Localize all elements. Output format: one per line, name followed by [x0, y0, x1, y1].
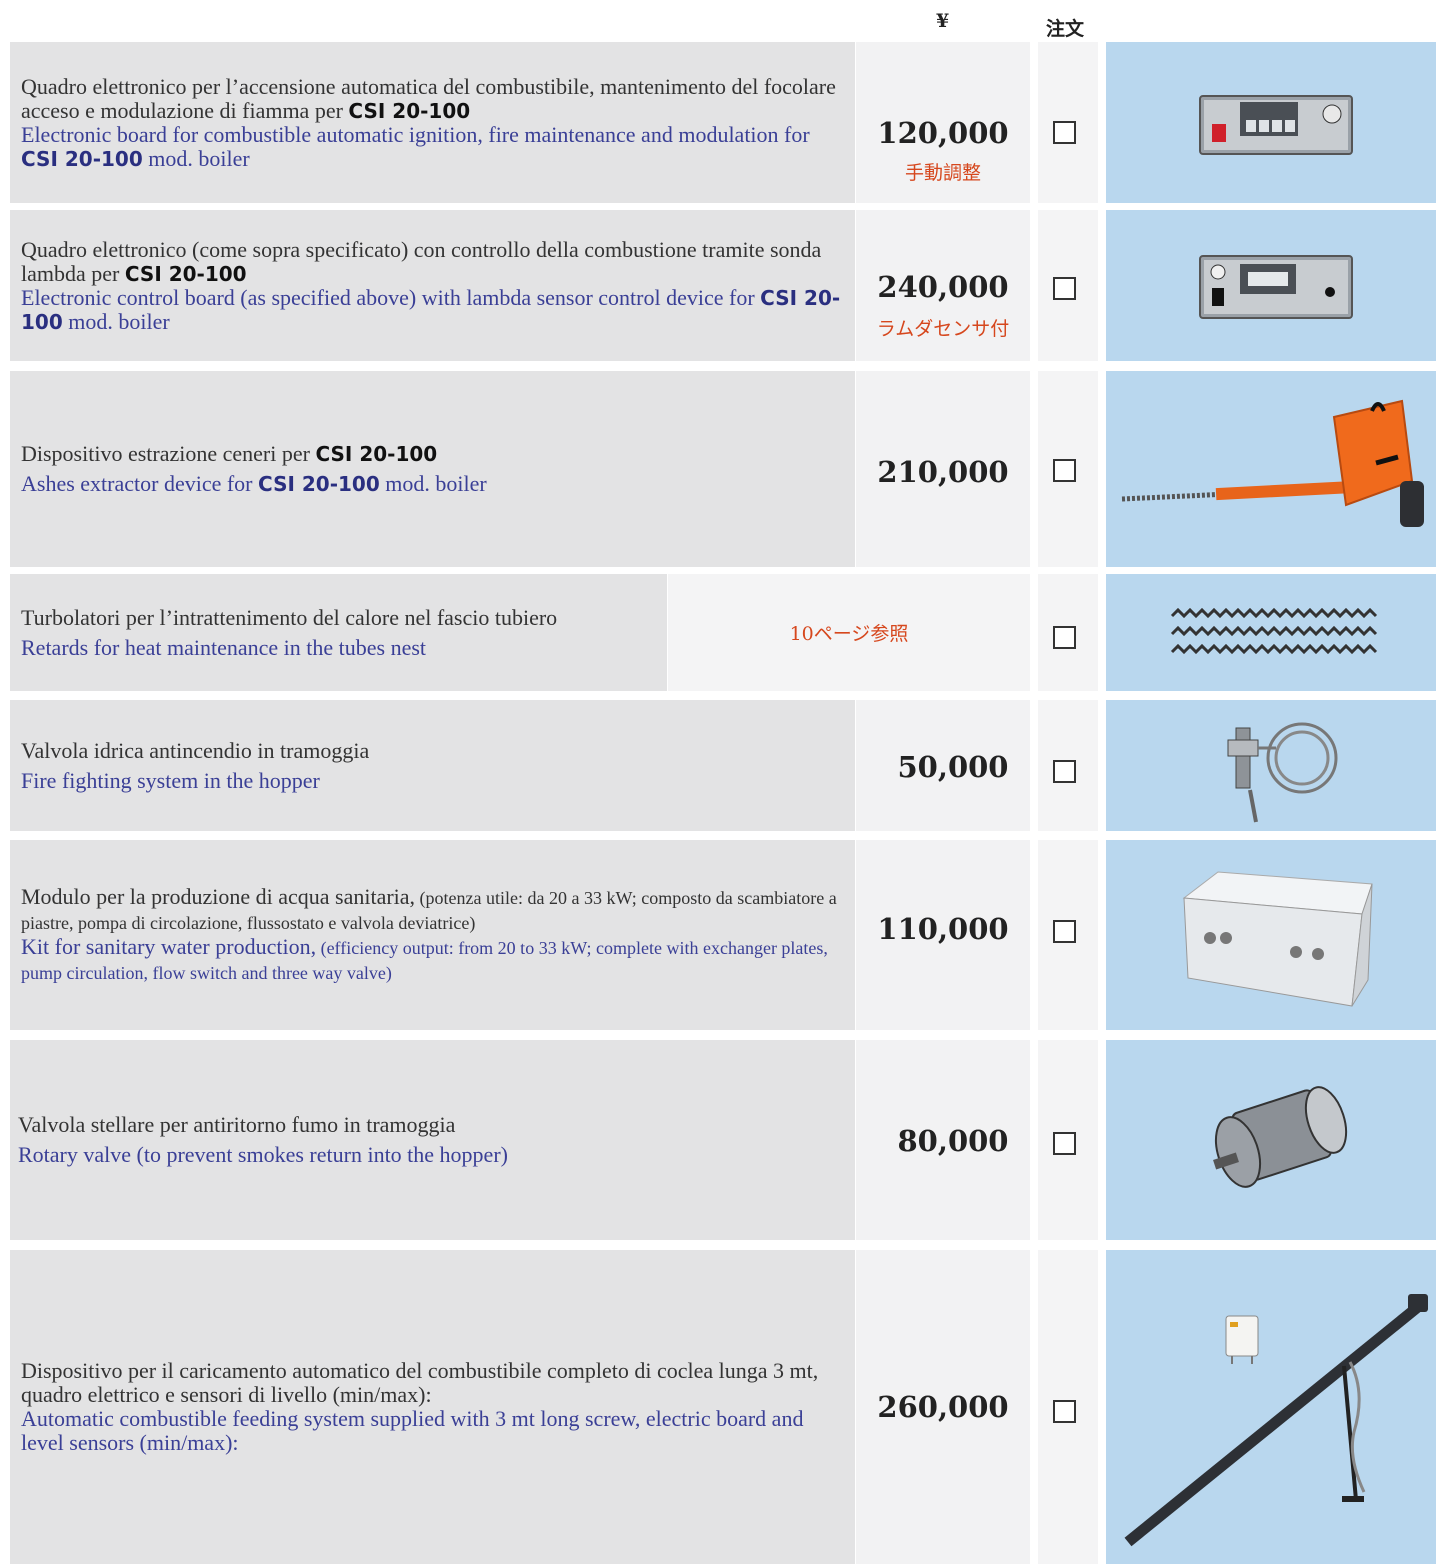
italian-description: Quadro elettronico (come sopra specifica… [21, 236, 822, 286]
price: 260,000 [877, 1390, 1009, 1424]
price: 240,000 [877, 270, 1009, 304]
description-cell: Dispositivo estrazione ceneri per CSI 20… [10, 371, 855, 567]
price-note: 手動調整 [904, 162, 981, 184]
ash-extractor-icon [1121, 399, 1424, 527]
product-row: Dispositivo per il caricamento automatic… [0, 1250, 1436, 1564]
description-cell: Quadro elettronico (come sopra specifica… [10, 210, 855, 361]
price-cell: 260,000 [856, 1250, 1030, 1564]
order-checkbox[interactable] [1053, 277, 1076, 300]
english-description: Fire fighting system in the hopper [21, 767, 320, 793]
order-cell [1038, 210, 1098, 361]
order-cell [1038, 371, 1098, 567]
english-description: Electronic board for combustible automat… [21, 121, 810, 171]
product-image [1106, 371, 1436, 567]
turbulators-icon [1170, 607, 1378, 655]
italian-description: Valvola idrica antincendio in tramoggia [21, 737, 370, 763]
english-description: Automatic combustible feeding system sup… [21, 1406, 804, 1455]
italian-description: Valvola stellare per antiritorno fumo in… [18, 1112, 456, 1137]
price: 210,000 [877, 455, 1009, 489]
order-cell [1038, 1250, 1098, 1564]
order-checkbox[interactable] [1053, 1132, 1076, 1155]
italian-description: Quadro elettronico per l’accensione auto… [21, 73, 836, 123]
description-cell: Modulo per la produzione di acqua sanita… [10, 840, 855, 1030]
product-image [1106, 210, 1436, 361]
italian-description: Modulo per la produzione di acqua sanita… [21, 884, 837, 934]
price-cell: 50,000 [856, 700, 1030, 831]
price-cell: 10ページ参照 [668, 574, 1030, 691]
description-cell: Turbolatori per l’intrattenimento del ca… [10, 574, 667, 691]
order-header: 注文 [1046, 18, 1085, 40]
product-image [1106, 42, 1436, 203]
description-cell: Valvola stellare per antiritorno fumo in… [10, 1040, 855, 1240]
price-cell: 240,000 ラムダセンサ付 [856, 210, 1030, 361]
product-row: Quadro elettronico (come sopra specifica… [0, 210, 1436, 361]
price-cell: 80,000 [856, 1040, 1030, 1240]
price: 120,000 [877, 116, 1009, 150]
description-cell: Dispositivo per il caricamento automatic… [10, 1250, 855, 1564]
product-image [1106, 1040, 1436, 1240]
product-row: Modulo per la produzione di acqua sanita… [0, 840, 1436, 1030]
product-row: Valvola idrica antincendio in tramoggia … [0, 700, 1436, 831]
price-cell: 110,000 [856, 840, 1030, 1030]
rotary-valve-icon [1213, 1086, 1348, 1188]
product-image [1106, 840, 1436, 1030]
english-description: Kit for sanitary water production, (effi… [21, 934, 828, 984]
order-checkbox[interactable] [1053, 121, 1076, 144]
english-description: Rotary valve (to prevent smokes return i… [18, 1142, 508, 1167]
order-checkbox[interactable] [1053, 459, 1076, 482]
description-cell: Quadro elettronico per l’accensione auto… [10, 42, 855, 203]
product-image [1106, 700, 1436, 831]
product-row: Quadro elettronico per l’accensione auto… [0, 42, 1436, 203]
italian-description: Turbolatori per l’intrattenimento del ca… [21, 604, 558, 630]
order-checkbox[interactable] [1053, 920, 1076, 943]
english-description: Ashes extractor device for CSI 20-100 mo… [21, 471, 487, 497]
price-note: 10ページ参照 [789, 623, 909, 645]
italian-description: Dispositivo estrazione ceneri per CSI 20… [21, 441, 438, 467]
english-description: Retards for heat maintenance in the tube… [21, 634, 427, 660]
control-panel-icon [1199, 95, 1353, 155]
order-cell [1038, 840, 1098, 1030]
fire-valve-icon [1227, 722, 1338, 823]
order-cell [1038, 700, 1098, 831]
order-checkbox[interactable] [1053, 760, 1076, 783]
currency-header: ¥ [936, 10, 950, 32]
english-description: Electronic control board (as specified a… [21, 284, 841, 334]
feeding-screw-icon [1124, 1294, 1428, 1547]
order-cell [1038, 574, 1098, 691]
price-note: ラムダセンサ付 [876, 318, 1010, 340]
price: 110,000 [877, 912, 1009, 946]
italian-description: Dispositivo per il caricamento automatic… [21, 1358, 819, 1407]
product-row: Turbolatori per l’intrattenimento del ca… [0, 574, 1436, 691]
description-cell: Valvola idrica antincendio in tramoggia … [10, 700, 855, 831]
product-row: Valvola stellare per antiritorno fumo in… [0, 1040, 1436, 1240]
price: 80,000 [897, 1124, 1009, 1158]
product-row: Dispositivo estrazione ceneri per CSI 20… [0, 371, 1436, 567]
order-cell [1038, 1040, 1098, 1240]
price: 50,000 [897, 750, 1009, 784]
order-cell [1038, 42, 1098, 203]
price-cell: 120,000 手動調整 [856, 42, 1030, 203]
order-checkbox[interactable] [1053, 626, 1076, 649]
price-cell: 210,000 [856, 371, 1030, 567]
water-module-icon [1182, 871, 1373, 1007]
control-panel-icon [1199, 255, 1353, 319]
product-image [1106, 1250, 1436, 1564]
product-image [1106, 574, 1436, 691]
order-checkbox[interactable] [1053, 1400, 1076, 1423]
